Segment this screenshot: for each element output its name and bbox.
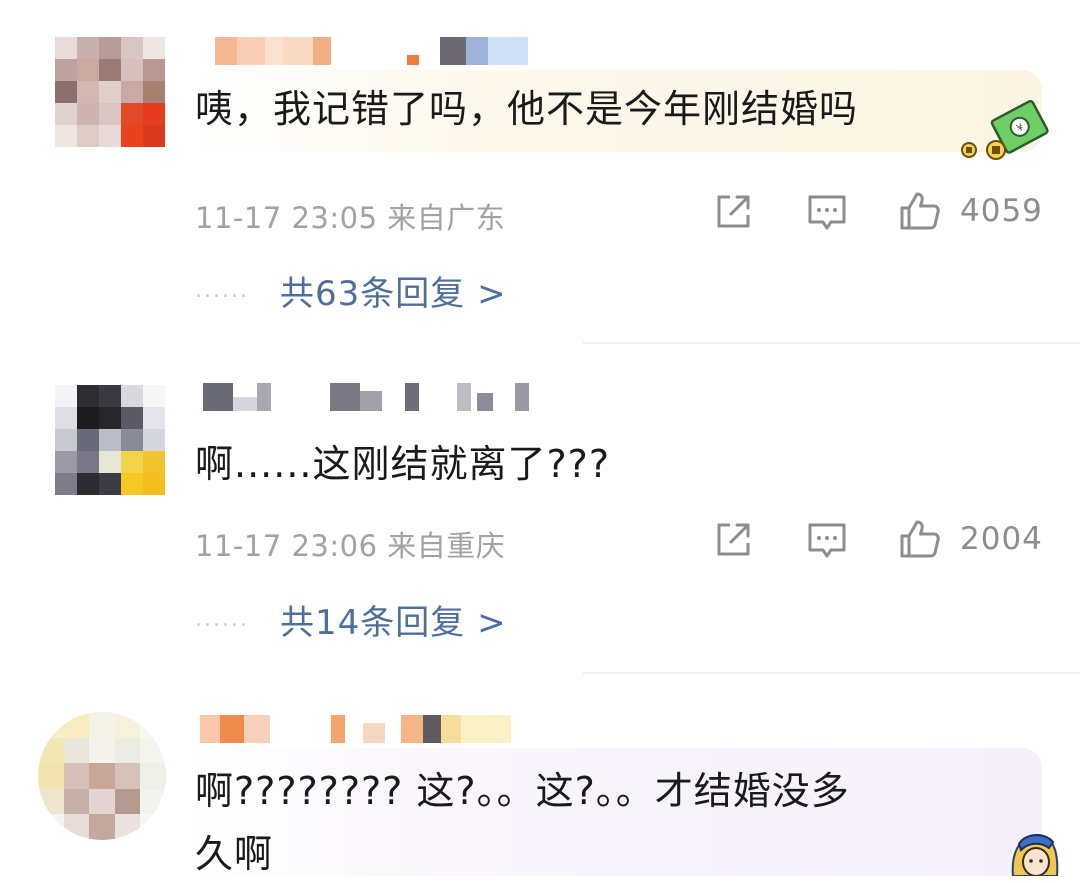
reply-dots: ...... [195,278,249,303]
like-count: 4059 [960,193,1043,229]
user-avatar[interactable] [38,712,166,840]
like-icon [900,520,940,558]
comment-text: 咦，我记错了吗，他不是今年刚结婚吗 [195,87,859,131]
comment-meta: 11-17 23:05 来自广东 [195,201,506,235]
comment-button[interactable] [806,193,848,233]
user-avatar[interactable] [55,37,165,147]
replies-row: ...... 共63条回复 > [195,266,507,315]
share-button[interactable] [714,193,754,231]
view-replies-link[interactable]: 共14条回复 > [280,595,507,644]
divider [583,342,1080,344]
reply-dots: ...... [195,607,249,632]
username-blurred[interactable] [195,37,535,65]
user-avatar[interactable] [55,385,165,495]
share-icon [717,523,750,556]
comment-text: 啊......这刚结就离了??? [195,442,610,486]
comment-icon [808,523,846,558]
username-blurred[interactable] [195,383,535,411]
comment-text-line-1: 啊???????? 这?。。这?。。才结婚没多 [195,769,850,813]
comment-button[interactable] [806,521,848,561]
like-icon [900,192,940,230]
divider [583,672,1080,674]
replies-row: ...... 共14条回复 > [195,595,507,644]
comment-text-line-2: 久啊 [195,832,274,876]
share-button[interactable] [714,521,754,559]
like-count: 2004 [960,521,1043,557]
comment-meta: 11-17 23:06 来自重庆 [195,529,506,563]
girl-with-pearl-earring-sticker [1011,833,1059,876]
share-icon [717,195,750,228]
money-sticker: ¥ [961,100,1049,160]
like-button[interactable]: 4059 [898,190,1043,232]
like-button[interactable]: 2004 [898,518,1043,560]
comment-icon [808,195,846,230]
username-blurred[interactable] [195,715,535,743]
view-replies-link[interactable]: 共63条回复 > [280,266,507,315]
